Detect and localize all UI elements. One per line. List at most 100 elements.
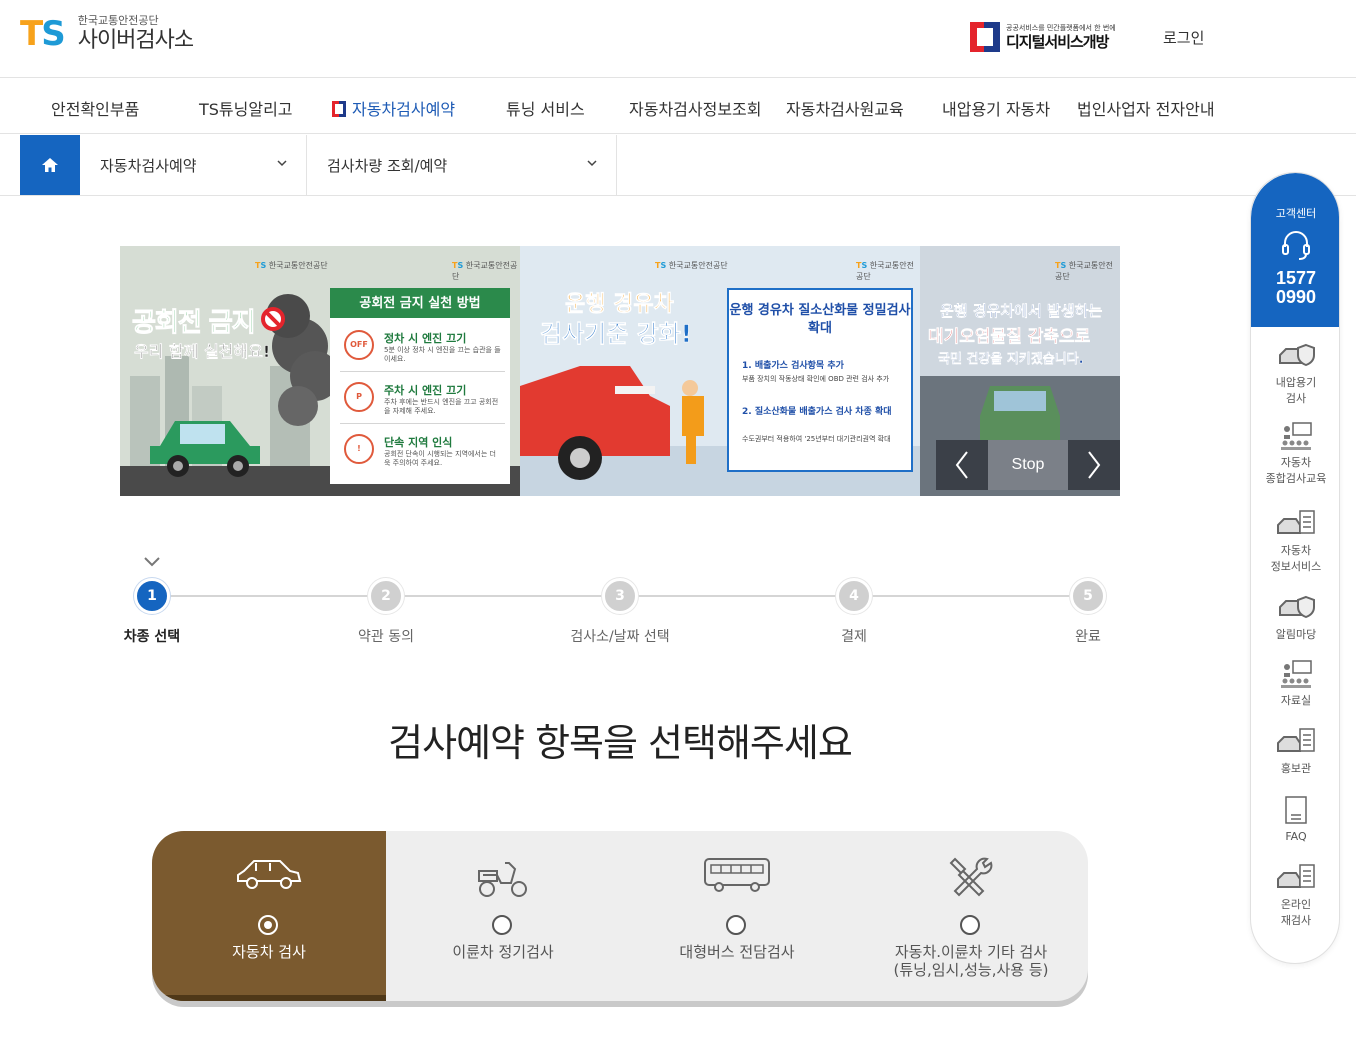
quick-item-online-reinspection[interactable]: 온라인 재검사 bbox=[1251, 863, 1339, 929]
siren-icon: ! bbox=[344, 434, 374, 464]
promo-banner[interactable]: TS 한국교통안전공단 TS 한국교통안전공단 공회전 금지 우리 함께 실천해… bbox=[120, 246, 1120, 496]
option-car-inspection[interactable]: 자동차 검사 bbox=[152, 831, 386, 1001]
quick-item-notice[interactable]: 알림마당 bbox=[1251, 593, 1339, 643]
digital-service-link[interactable]: 공공서비스를 민간플랫폼에서 한 번에 디지털서비스개방 bbox=[970, 22, 1116, 52]
motorcycle-icon bbox=[478, 862, 527, 897]
location-bar: 자동차검사예약 검사차량 조회/예약 bbox=[0, 135, 1356, 196]
tools-icon bbox=[949, 857, 993, 897]
ts-logo-mark: TS bbox=[20, 14, 66, 54]
depth2-select[interactable]: 검사차량 조회/예약 bbox=[307, 135, 617, 195]
main-nav: 안전확인부품 TS튜닝알리고 자동차검사예약 튜닝 서비스 자동차검사정보조회 … bbox=[0, 79, 1356, 134]
option-radio[interactable] bbox=[258, 915, 278, 935]
ts-mini-logo: TS 한국교통안전공단 bbox=[452, 261, 518, 281]
banner-title: 공회전 금지 bbox=[132, 308, 257, 339]
option-label: 이륜차 정기검사 bbox=[452, 943, 554, 961]
nav-item-label: 자동차검사예약 bbox=[352, 100, 456, 119]
phone-part-1: 1577 bbox=[1275, 268, 1317, 288]
document-icon bbox=[1285, 796, 1307, 824]
nav-item-inspection-info[interactable]: 자동차검사정보조회 bbox=[629, 96, 761, 120]
banner-next-button[interactable] bbox=[1068, 440, 1120, 490]
banner-slide-diesel[interactable]: TS 한국교통안전공단 TS 한국교통안전공단 운행 경유차 검사기준 강화! … bbox=[520, 246, 920, 496]
step-3-label: 검사소/날짜 선택 bbox=[570, 629, 670, 645]
option-motorcycle-inspection[interactable]: 이륜차 정기검사 bbox=[386, 831, 620, 1001]
login-link[interactable]: 로그인 bbox=[1163, 27, 1204, 48]
nav-item-inspection-reservation[interactable]: 자동차검사예약 bbox=[332, 96, 455, 120]
depth1-label: 자동차검사예약 bbox=[100, 156, 197, 175]
chevron-down-icon bbox=[587, 160, 597, 167]
banner-subtitle: 검사기준 강화! bbox=[540, 320, 692, 349]
banner-panel-row: P 주차 시 엔진 끄기 주차 후에는 반드시 엔진을 끄고 공회전을 자제해 … bbox=[340, 374, 505, 424]
banner-slide-idling[interactable]: TS 한국교통안전공단 TS 한국교통안전공단 공회전 금지 우리 함께 실천해… bbox=[120, 246, 520, 496]
quick-item-label: 온라인 재검사 bbox=[1280, 898, 1312, 927]
ts-mini-logo: TS 한국교통안전공단 bbox=[1055, 261, 1113, 281]
banner-item-desc: 부품 장치의 작동상태 확인에 OBD 관련 검사 추가 bbox=[742, 375, 890, 383]
ts-mini-logo: TS 한국교통안전공단 bbox=[856, 261, 914, 281]
logo-subtitle: 한국교통안전공단 bbox=[77, 14, 159, 27]
classroom-icon bbox=[1281, 422, 1312, 450]
option-label: 자동차.이륜차 기타 검사 (튜닝,임시,성능,사용 등) bbox=[893, 943, 1049, 979]
quick-item-faq[interactable]: FAQ bbox=[1251, 795, 1339, 845]
headset-icon bbox=[1282, 231, 1310, 260]
banner-row-desc: 주차 후에는 반드시 엔진을 끄고 공회전을 자제해 주세요. bbox=[384, 398, 499, 415]
option-bus-inspection[interactable]: 대형버스 전담검사 bbox=[620, 831, 854, 1001]
banner-row-desc: 5분 이상 정차 시 엔진을 끄는 습관을 들이세요. bbox=[384, 346, 501, 363]
digital-service-subtitle: 공공서비스를 민간플랫폼에서 한 번에 bbox=[1006, 24, 1116, 32]
ts-mini-logo: TS 한국교통안전공단 bbox=[655, 261, 728, 270]
home-button[interactable] bbox=[20, 135, 80, 195]
nav-item-pressure-vessel[interactable]: 내압용기 자동차 bbox=[942, 96, 1050, 120]
digital-service-title: 디지털서비스개방 bbox=[1006, 33, 1109, 51]
banner-item-desc: 수도권부터 적용하여 '25년부터 대기관리권역 확대 bbox=[742, 435, 891, 443]
nav-item-corporate[interactable]: 법인사업자 전자안내 bbox=[1077, 96, 1215, 120]
banner-row-title: 주차 시 엔진 끄기 bbox=[384, 384, 467, 397]
car-checklist-icon bbox=[1277, 728, 1315, 752]
car-icon bbox=[237, 860, 302, 889]
car-shield-icon bbox=[1279, 595, 1315, 619]
ts-mini-label: 한국교통안전공단 bbox=[668, 261, 728, 270]
option-radio[interactable] bbox=[960, 915, 980, 935]
step-5-dot: 5 bbox=[1070, 578, 1106, 614]
option-radio[interactable] bbox=[726, 915, 746, 935]
banner-panel-title: 공회전 금지 실천 방법 bbox=[359, 296, 481, 311]
nav-item-ts-tuning[interactable]: TS튜닝알리고 bbox=[199, 96, 293, 120]
banner-item-title: 1. 배출가스 검사항목 추가 bbox=[742, 361, 844, 371]
site-logo[interactable]: TS 한국교통안전공단 사이버검사소 bbox=[20, 14, 194, 54]
option-other-inspection[interactable]: 자동차.이륜차 기타 검사 (튜닝,임시,성능,사용 등) bbox=[854, 831, 1088, 1001]
quick-menu: 고객센터 1577 0990 내압용기 검사 자동차 종합검사교육 자동차 정보서… bbox=[1250, 172, 1340, 964]
car-checklist-icon bbox=[1277, 864, 1315, 888]
nav-item-safety-parts[interactable]: 안전확인부품 bbox=[51, 96, 139, 120]
quick-item-pressure-vessel[interactable]: 내압용기 검사 bbox=[1251, 341, 1339, 407]
depth1-select[interactable]: 자동차검사예약 bbox=[80, 135, 307, 195]
banner-panel-title: 운행 경유차 질소산화물 정밀검사 확대 bbox=[729, 303, 911, 336]
quick-item-library[interactable]: 자료실 bbox=[1251, 659, 1339, 709]
customer-center-title: 고객센터 bbox=[1275, 207, 1317, 220]
ts-mini-label: 한국교통안전공단 bbox=[268, 261, 328, 270]
quick-item-label: 자료실 bbox=[1280, 694, 1312, 707]
chevron-left-icon bbox=[955, 451, 968, 479]
quick-item-label: 자동차 종합검사교육 bbox=[1265, 456, 1327, 485]
engine-off-icon: OFF bbox=[344, 330, 374, 360]
ts-mini-logo: TS 한국교통안전공단 bbox=[255, 261, 328, 270]
quick-item-label: 홍보관 bbox=[1280, 762, 1312, 775]
banner-prev-button[interactable] bbox=[936, 440, 988, 490]
inspection-type-selector: 자동차 검사 이륜차 정기검사 대형버스 전담검사 자동차.이륜차 기타 검사 … bbox=[152, 831, 1088, 1001]
quick-item-pr[interactable]: 홍보관 bbox=[1251, 727, 1339, 777]
quick-item-info-service[interactable]: 자동차 정보서비스 bbox=[1251, 509, 1339, 575]
nav-item-inspector-education[interactable]: 자동차검사원교육 bbox=[786, 96, 904, 120]
step-5-label: 완료 bbox=[1075, 629, 1101, 645]
nav-item-tuning-service[interactable]: 튜닝 서비스 bbox=[506, 96, 585, 120]
current-step-check-icon bbox=[144, 557, 160, 567]
quick-item-label: FAQ bbox=[1285, 830, 1307, 843]
digital-service-logo-icon bbox=[970, 22, 1000, 52]
depth2-label: 검사차량 조회/예약 bbox=[327, 156, 448, 175]
car-shield-icon bbox=[1279, 343, 1315, 367]
step-2-label: 약관 동의 bbox=[358, 629, 414, 645]
step-1-dot: 1 bbox=[134, 578, 170, 614]
header: TS 한국교통안전공단 사이버검사소 공공서비스를 민간플랫폼에서 한 번에 디… bbox=[0, 0, 1356, 78]
banner-row-title: 정차 시 엔진 끄기 bbox=[384, 332, 467, 345]
option-radio[interactable] bbox=[492, 915, 512, 935]
banner-stop-button[interactable]: Stop bbox=[988, 440, 1068, 490]
customer-center[interactable]: 고객센터 1577 0990 bbox=[1251, 173, 1339, 327]
quick-item-inspection-education[interactable]: 자동차 종합검사교육 bbox=[1251, 421, 1339, 487]
bus-icon bbox=[704, 858, 770, 892]
chevron-down-icon bbox=[277, 160, 287, 167]
